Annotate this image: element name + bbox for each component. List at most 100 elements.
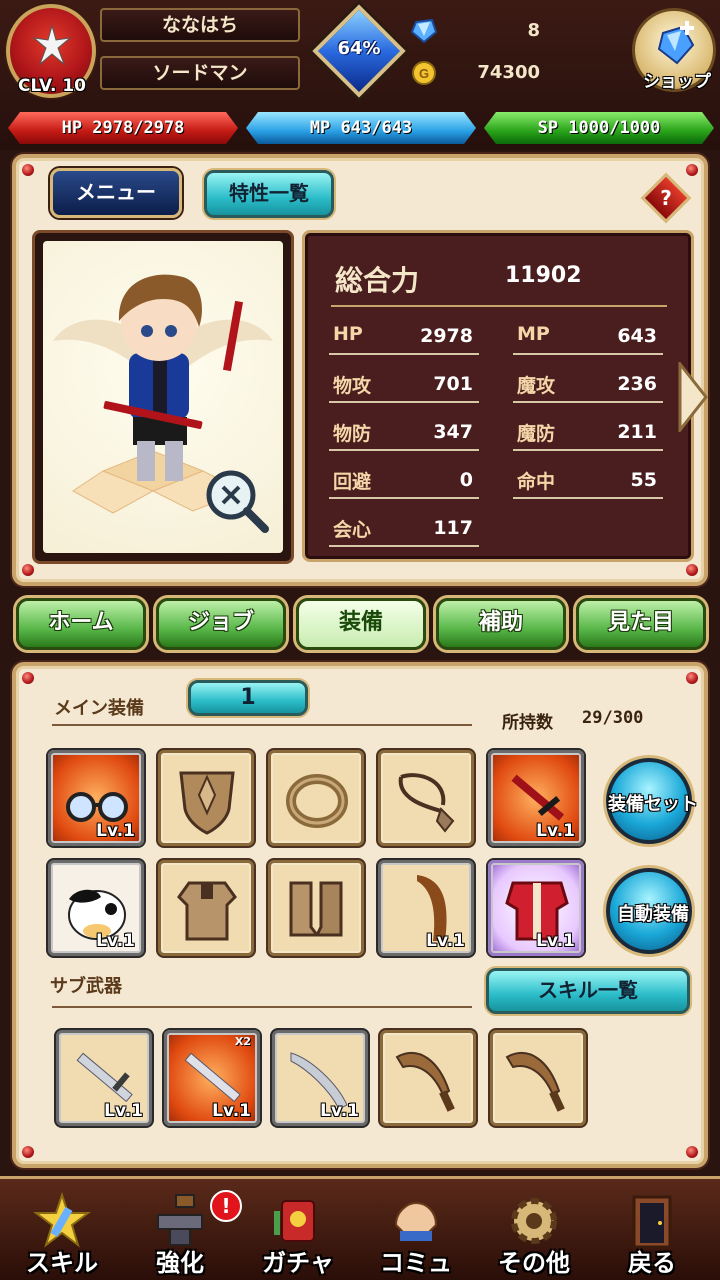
traits-list-button[interactable]: 特性一覧 <box>204 170 334 218</box>
tab-job[interactable]: ジョブ <box>156 598 286 650</box>
main-equipment-title: メイン装備 <box>54 698 144 719</box>
stat-label: 会心 <box>333 519 372 541</box>
sword-emblem-icon <box>32 24 72 66</box>
stat-physical-defense: 物防 347 <box>329 415 479 451</box>
nav-skill[interactable]: スキル <box>4 1187 120 1280</box>
sub-weapon-title: サブ武器 <box>50 976 122 997</box>
help-button[interactable]: ? <box>640 172 692 224</box>
rivet <box>686 672 698 684</box>
ring-icon <box>286 774 348 828</box>
equip-slot-ring[interactable] <box>268 750 364 846</box>
status-header: CLV. 10 ななはち ソードマン 64% 8 G 74300 ショップ HP… <box>0 0 720 150</box>
nav-community[interactable]: コミュ <box>358 1187 474 1280</box>
equip-slot-shield[interactable] <box>158 750 254 846</box>
rivet <box>686 564 698 576</box>
stats-panel: 総合力 11902 HP 2978 MP 643 物攻 701 魔攻 236 物… <box>302 230 694 562</box>
equipment-page-selector[interactable]: 1 <box>188 680 308 716</box>
skill-list-button[interactable]: スキル一覧 <box>486 968 690 1014</box>
stat-magic-attack: 魔攻 236 <box>513 367 663 403</box>
stat-magic-defense: 魔防 211 <box>513 415 663 451</box>
character-frame <box>32 230 294 564</box>
stat-value: 2978 <box>420 325 473 347</box>
stat-value: 643 <box>617 325 657 347</box>
auto-equip-button[interactable]: 自動装備 <box>606 868 692 954</box>
equip-slot-necklace[interactable] <box>378 750 474 846</box>
help-icon: ? <box>660 186 672 210</box>
stat-accuracy: 命中 55 <box>513 463 663 499</box>
sub-weapon-slot[interactable] <box>380 1030 476 1126</box>
character-preview <box>43 241 283 553</box>
nav-label: 戻る <box>628 1249 676 1277</box>
stat-value: 347 <box>433 421 473 443</box>
stat-label: 物攻 <box>333 375 372 397</box>
sub-weapon-slot[interactable]: Lv.1 <box>272 1030 368 1126</box>
item-level: Lv.1 <box>96 821 135 841</box>
necklace-icon <box>398 773 455 833</box>
equip-slot-cloak[interactable]: Lv.1 <box>378 860 474 956</box>
armor-icon <box>177 881 237 941</box>
rivet <box>22 564 34 576</box>
tab-appearance[interactable]: 見た目 <box>576 598 706 650</box>
crystal-value: 8 <box>527 20 540 41</box>
door-icon <box>632 1195 672 1249</box>
menu-button[interactable]: メニュー <box>50 168 182 218</box>
equip-slot-body-armor[interactable] <box>158 860 254 956</box>
tab-home[interactable]: ホーム <box>16 598 146 650</box>
divider <box>331 305 667 307</box>
player-job: ソードマン <box>100 56 300 90</box>
stat-value: 55 <box>630 469 657 491</box>
exp-percent: 64% <box>337 38 381 59</box>
stat-value: 701 <box>433 373 473 395</box>
crystal-shop-icon <box>657 21 695 65</box>
exp-gem: 64% <box>312 4 406 98</box>
tab-equipment[interactable]: 装備 <box>296 598 426 650</box>
player-name: ななはち <box>100 8 300 42</box>
stat-hp: HP 2978 <box>329 319 479 355</box>
equip-slot-weapon[interactable]: Lv.1 <box>488 750 584 846</box>
item-level: Lv.1 <box>536 931 575 951</box>
stat-value: 236 <box>617 373 657 395</box>
total-power-label: 総合力 <box>335 264 420 297</box>
shield-icon <box>179 771 235 835</box>
sub-weapon-slot[interactable]: Lv.1 <box>56 1030 152 1126</box>
item-count: X2 <box>234 1035 251 1048</box>
equipment-set-label: 装備セット <box>608 794 698 815</box>
equipment-panel: メイン装備 1 所持数 29/300 Lv.1 Lv.1 装備セット Lv.1 … <box>12 662 708 1168</box>
rivet <box>686 1146 698 1158</box>
mp-bar: MP 643/643 <box>246 112 476 144</box>
sp-bar: SP 1000/1000 <box>484 112 714 144</box>
sub-weapon-slot[interactable] <box>490 1030 586 1126</box>
crystal-icon <box>410 18 438 44</box>
notification-badge: ! <box>210 1190 242 1222</box>
equip-slot-accessory-glasses[interactable]: Lv.1 <box>48 750 144 846</box>
equip-slot-costume[interactable]: Lv.1 <box>48 860 144 956</box>
rivet <box>22 164 34 176</box>
nav-back[interactable]: 戻る <box>594 1187 710 1280</box>
gold-counter: G 74300 <box>410 58 610 88</box>
rivet <box>22 672 34 684</box>
equip-slot-chest[interactable]: Lv.1 <box>488 860 584 956</box>
total-power-value: 11902 <box>505 263 582 288</box>
stat-value: 0 <box>459 469 473 491</box>
next-page-arrow-icon[interactable] <box>678 362 708 432</box>
tab-support[interactable]: 補助 <box>436 598 566 650</box>
nav-label: 強化 <box>156 1249 204 1277</box>
zoom-icon[interactable] <box>203 467 271 535</box>
item-level: Lv.1 <box>212 1101 251 1121</box>
item-level: Lv.1 <box>320 1101 359 1121</box>
sub-weapon-slot[interactable]: X2 Lv.1 <box>164 1030 260 1126</box>
nav-label: その他 <box>498 1249 570 1277</box>
nav-gacha[interactable]: ガチャ <box>240 1187 356 1280</box>
stat-evasion: 回避 0 <box>329 463 479 499</box>
equip-slot-boots[interactable] <box>268 860 364 956</box>
gacha-icon <box>274 1200 315 1242</box>
stat-physical-attack: 物攻 701 <box>329 367 479 403</box>
nav-other[interactable]: その他 <box>476 1187 592 1280</box>
equipment-set-button[interactable]: 装備セット <box>606 758 698 844</box>
nav-label: コミュ <box>380 1249 452 1277</box>
stat-label: 物防 <box>333 423 372 445</box>
machete-icon <box>505 1052 565 1112</box>
stat-label: 回避 <box>333 471 372 493</box>
shop-button[interactable]: ショップ <box>632 8 716 92</box>
item-level: Lv.1 <box>96 931 135 951</box>
